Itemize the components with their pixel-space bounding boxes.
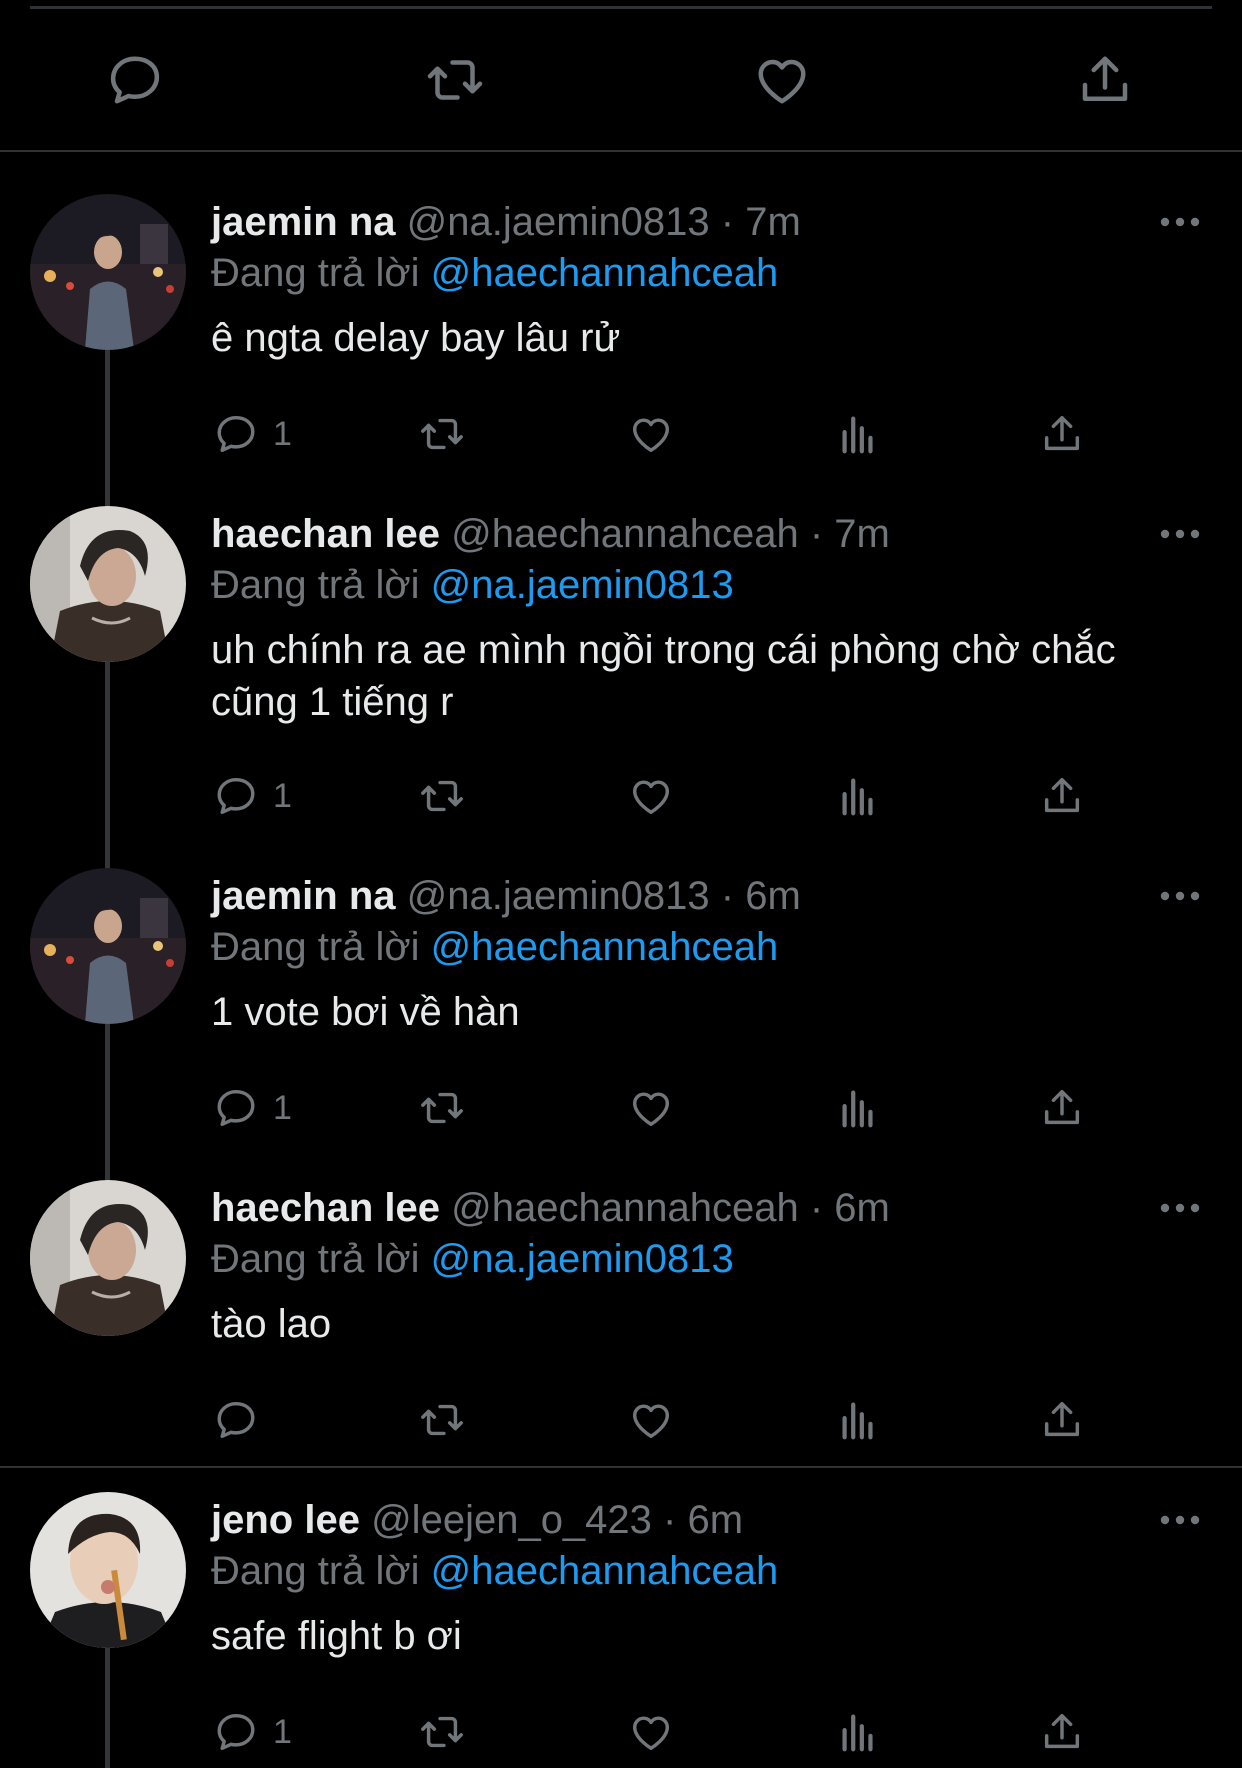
reply-count: 1 bbox=[273, 415, 292, 453]
thread-line bbox=[105, 662, 110, 870]
separator-dot: · bbox=[720, 874, 735, 918]
replying-to-mention[interactable]: @haechannahceah bbox=[431, 925, 779, 969]
timestamp[interactable]: 7m bbox=[745, 200, 801, 244]
more-options-icon[interactable] bbox=[1158, 524, 1202, 544]
timestamp[interactable]: 6m bbox=[745, 874, 801, 918]
reply-button[interactable]: 1 bbox=[211, 768, 292, 824]
views-icon[interactable] bbox=[833, 406, 883, 462]
display-name[interactable]: haechan lee bbox=[211, 1186, 440, 1230]
user-handle: @haechannahceah bbox=[451, 1186, 799, 1230]
display-name[interactable]: jeno lee bbox=[211, 1498, 360, 1542]
views-icon[interactable] bbox=[833, 1392, 883, 1448]
share-icon[interactable] bbox=[1037, 768, 1087, 824]
share-icon[interactable] bbox=[1037, 1704, 1087, 1760]
replying-to-label: Đang trả lời bbox=[211, 925, 420, 969]
retweet-icon[interactable] bbox=[425, 50, 485, 110]
more-options-icon[interactable] bbox=[1158, 212, 1202, 232]
replying-to-label: Đang trả lời bbox=[211, 563, 420, 607]
retweet-icon[interactable] bbox=[414, 1704, 470, 1760]
tweet-text: uh chính ra ae mình ngồi trong cái phòng… bbox=[211, 628, 1116, 724]
retweet-icon[interactable] bbox=[414, 1080, 470, 1136]
views-icon[interactable] bbox=[833, 1080, 883, 1136]
retweet-icon[interactable] bbox=[414, 768, 470, 824]
user-handle: @leejen_o_423 bbox=[371, 1498, 652, 1542]
separator-dot: · bbox=[809, 512, 824, 556]
user-handle: @na.jaemin0813 bbox=[406, 874, 710, 918]
replying-to-mention[interactable]: @na.jaemin0813 bbox=[431, 1237, 734, 1281]
share-icon[interactable] bbox=[1037, 1392, 1087, 1448]
avatar[interactable] bbox=[30, 1180, 186, 1336]
divider bbox=[0, 150, 1242, 152]
views-icon[interactable] bbox=[833, 768, 883, 824]
user-handle: @haechannahceah bbox=[451, 512, 799, 556]
more-options-icon[interactable] bbox=[1158, 886, 1202, 906]
replying-to-mention[interactable]: @haechannahceah bbox=[431, 251, 779, 295]
tweet-actions: 1 bbox=[211, 1704, 1111, 1760]
avatar[interactable] bbox=[30, 1492, 186, 1648]
separator-dot: · bbox=[663, 1498, 677, 1542]
timestamp[interactable]: 6m bbox=[834, 1186, 890, 1230]
thread-line bbox=[105, 350, 110, 508]
like-icon[interactable] bbox=[626, 406, 676, 462]
tweet-text: tào lao bbox=[211, 1302, 332, 1346]
timestamp[interactable]: 7m bbox=[834, 512, 890, 556]
retweet-icon[interactable] bbox=[414, 1392, 470, 1448]
tweet-actions: 1 bbox=[211, 1080, 1111, 1136]
reply-count: 1 bbox=[273, 1089, 292, 1127]
reply-button[interactable]: 1 bbox=[211, 406, 292, 462]
like-icon[interactable] bbox=[752, 50, 812, 110]
reply-button[interactable] bbox=[211, 1392, 261, 1448]
tweet-actions bbox=[211, 1392, 1111, 1448]
share-icon[interactable] bbox=[1075, 50, 1135, 110]
timestamp[interactable]: 6m bbox=[688, 1498, 744, 1542]
top-divider bbox=[30, 6, 1212, 9]
tweet-text: ê ngta delay bay lâu rử bbox=[211, 316, 621, 360]
replying-to-mention[interactable]: @haechannahceah bbox=[431, 1549, 779, 1593]
thread-line bbox=[105, 1024, 110, 1182]
replying-to-mention[interactable]: @na.jaemin0813 bbox=[431, 563, 734, 607]
separator-dot: · bbox=[720, 200, 735, 244]
display-name[interactable]: jaemin na bbox=[211, 200, 396, 244]
display-name[interactable]: haechan lee bbox=[211, 512, 440, 556]
user-handle: @na.jaemin0813 bbox=[406, 200, 710, 244]
main-tweet-action-bar bbox=[0, 30, 1242, 130]
like-icon[interactable] bbox=[626, 1704, 676, 1760]
reply-button[interactable]: 1 bbox=[211, 1704, 292, 1760]
more-options-icon[interactable] bbox=[1158, 1198, 1202, 1218]
reply-button[interactable]: 1 bbox=[211, 1080, 292, 1136]
display-name[interactable]: jaemin na bbox=[211, 874, 396, 918]
reply-count: 1 bbox=[273, 777, 292, 815]
replying-to-label: Đang trả lời bbox=[211, 1237, 420, 1281]
avatar[interactable] bbox=[30, 506, 186, 662]
reply-count: 1 bbox=[273, 1713, 292, 1751]
reply-icon[interactable] bbox=[105, 50, 165, 110]
thread-line bbox=[105, 1648, 110, 1768]
tweet-actions: 1 bbox=[211, 768, 1111, 824]
like-icon[interactable] bbox=[626, 1080, 676, 1136]
avatar[interactable] bbox=[30, 194, 186, 350]
replying-to-label: Đang trả lời bbox=[211, 1549, 420, 1593]
like-icon[interactable] bbox=[626, 1392, 676, 1448]
more-options-icon[interactable] bbox=[1158, 1510, 1202, 1530]
share-icon[interactable] bbox=[1037, 406, 1087, 462]
tweet-text: 1 vote bơi về hàn bbox=[211, 990, 520, 1034]
replying-to-label: Đang trả lời bbox=[211, 251, 420, 295]
views-icon[interactable] bbox=[833, 1704, 883, 1760]
like-icon[interactable] bbox=[626, 768, 676, 824]
divider bbox=[0, 1466, 1242, 1468]
tweet-text: safe flight b ơi bbox=[211, 1614, 462, 1658]
separator-dot: · bbox=[809, 1186, 824, 1230]
avatar[interactable] bbox=[30, 868, 186, 1024]
retweet-icon[interactable] bbox=[414, 406, 470, 462]
share-icon[interactable] bbox=[1037, 1080, 1087, 1136]
tweet-actions: 1 bbox=[211, 406, 1111, 462]
